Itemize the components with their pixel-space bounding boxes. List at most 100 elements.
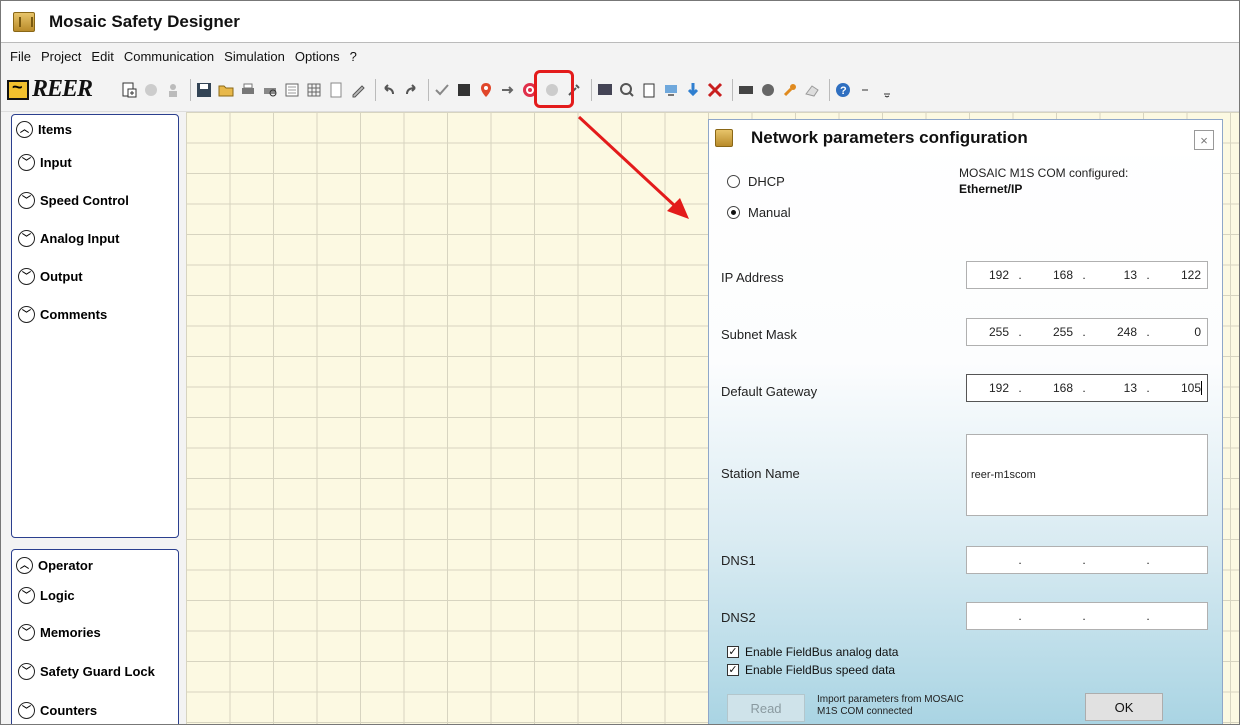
ip-octet-1[interactable]: 192: [967, 268, 1009, 282]
sidebar-item-speed-control[interactable]: ﹀ Speed Control: [12, 181, 178, 219]
gateway-octet-3[interactable]: 13: [1095, 381, 1137, 395]
station-name-value: reer-m1scom: [971, 469, 1036, 481]
subnet-octet-1[interactable]: 255: [967, 325, 1009, 339]
zoom-icon[interactable]: [618, 81, 636, 99]
subnet-octet-4[interactable]: 0: [1159, 325, 1201, 339]
subnet-octet-2[interactable]: 255: [1031, 325, 1073, 339]
monitor-icon[interactable]: [596, 81, 614, 99]
chevron-down-icon: ﹀: [18, 153, 35, 171]
chevron-down-icon: ﹀: [18, 587, 35, 604]
dns1-field[interactable]: . . .: [966, 546, 1208, 574]
ip-separator: .: [1018, 325, 1022, 339]
chevron-down-icon: ﹀: [18, 191, 35, 209]
report-icon[interactable]: [283, 81, 301, 99]
toolbar-separator: [591, 78, 593, 101]
ip-octet-4[interactable]: 122: [1159, 268, 1201, 282]
close-button[interactable]: ×: [1194, 130, 1214, 150]
dhcp-radio[interactable]: DHCP: [727, 174, 785, 189]
station-name-label: Station Name: [721, 466, 800, 481]
menu-edit[interactable]: Edit: [86, 49, 118, 64]
sidebar-item-memories[interactable]: ﹀ Memories: [12, 613, 178, 651]
logo-text: REER: [32, 76, 93, 102]
enable-speed-checkbox[interactable]: ✓ Enable FieldBus speed data: [727, 663, 895, 677]
sidebar-item-label: Safety Guard Lock: [40, 663, 155, 679]
station-name-field[interactable]: reer-m1scom: [966, 434, 1208, 516]
print-preview-icon[interactable]: [261, 81, 279, 99]
dns1-label: DNS1: [721, 553, 756, 568]
redo-icon[interactable]: [402, 81, 420, 99]
sidebar-item-safety-guard-lock[interactable]: ﹀ Safety Guard Lock: [12, 651, 178, 691]
menu-help[interactable]: ?: [345, 49, 362, 64]
read-button[interactable]: Read: [727, 694, 805, 722]
sidebar-item-counters[interactable]: ﹀ Counters: [12, 691, 178, 724]
title-bar: Mosaic Safety Designer: [1, 1, 1239, 43]
logo-mark-icon: [7, 77, 29, 100]
gateway-octet-1[interactable]: 192: [967, 381, 1009, 395]
ok-button[interactable]: OK: [1085, 693, 1163, 721]
toolbar: REER ?: [1, 68, 1239, 112]
save-icon[interactable]: [195, 81, 213, 99]
network-config-icon[interactable]: [477, 81, 495, 99]
subnet-octet-3[interactable]: 248: [1095, 325, 1137, 339]
ip-separator: .: [1146, 553, 1150, 567]
user-icon[interactable]: [142, 81, 160, 99]
checkmark-icon: ✓: [727, 664, 739, 676]
menu-communication[interactable]: Communication: [119, 49, 219, 64]
sidebar-item-label: Speed Control: [40, 192, 129, 208]
toolbar-overflow-icon[interactable]: [878, 81, 896, 99]
sidebar-item-label: Analog Input: [40, 230, 120, 246]
configured-value: Ethernet/IP: [959, 182, 1023, 196]
dns2-field[interactable]: . . .: [966, 602, 1208, 630]
gateway-octet-2[interactable]: 168: [1031, 381, 1073, 395]
clipboard-icon[interactable]: [640, 81, 658, 99]
io-icon[interactable]: [737, 81, 755, 99]
sidebar-item-input[interactable]: ﹀ Input: [12, 143, 178, 181]
default-gateway-field[interactable]: 192. 168. 13. 105: [966, 374, 1208, 402]
grid-icon[interactable]: [305, 81, 323, 99]
sidebar-item-analog-input[interactable]: ﹀ Analog Input: [12, 219, 178, 257]
erase-icon[interactable]: [803, 81, 821, 99]
new-project-icon[interactable]: [120, 81, 138, 99]
toolbar-separator: [829, 78, 831, 101]
sidebar-item-comments[interactable]: ﹀ Comments: [12, 295, 178, 333]
transfer-icon[interactable]: [499, 81, 517, 99]
download-icon[interactable]: [684, 81, 702, 99]
subnet-mask-label: Subnet Mask: [721, 327, 797, 342]
radio-unchecked-icon: [727, 175, 740, 188]
help-icon[interactable]: ?: [834, 81, 852, 99]
password-icon[interactable]: [781, 81, 799, 99]
enable-analog-checkbox[interactable]: ✓ Enable FieldBus analog data: [727, 645, 898, 659]
ip-separator: .: [1146, 609, 1150, 623]
checkmark-icon: ✓: [727, 646, 739, 658]
items-panel-header[interactable]: ︿ Items: [12, 115, 178, 143]
sidebar-item-output[interactable]: ﹀ Output: [12, 257, 178, 295]
ip-address-field[interactable]: 192. 168. 13. 122: [966, 261, 1208, 289]
sidebar-item-logic[interactable]: ﹀ Logic: [12, 578, 178, 613]
subnet-mask-field[interactable]: 255. 255. 248. 0: [966, 318, 1208, 346]
manual-radio[interactable]: Manual: [727, 205, 791, 220]
ip-octet-3[interactable]: 13: [1095, 268, 1137, 282]
sidebar-item-label: Memories: [40, 624, 101, 640]
edit-icon[interactable]: [349, 81, 367, 99]
delete-icon[interactable]: [706, 81, 724, 99]
ip-octet-2[interactable]: 168: [1031, 268, 1073, 282]
menu-project[interactable]: Project: [36, 49, 86, 64]
operator-panel-header[interactable]: ︿ Operator: [12, 552, 178, 578]
gateway-octet-4[interactable]: 105: [1159, 381, 1201, 395]
menu-file[interactable]: File: [5, 49, 36, 64]
app-window: Mosaic Safety Designer File Project Edit…: [0, 0, 1240, 725]
sidebar-item-label: Comments: [40, 306, 108, 322]
ip-address-label: IP Address: [721, 270, 784, 285]
validate-icon[interactable]: [433, 81, 451, 99]
print-icon[interactable]: [239, 81, 257, 99]
users-icon[interactable]: [164, 81, 182, 99]
stop-icon[interactable]: [759, 81, 777, 99]
undo-icon[interactable]: [380, 81, 398, 99]
module-icon[interactable]: [455, 81, 473, 99]
menu-simulation[interactable]: Simulation: [219, 49, 290, 64]
open-folder-icon[interactable]: [217, 81, 235, 99]
computer-icon[interactable]: [662, 81, 680, 99]
menu-options[interactable]: Options: [290, 49, 345, 64]
page-icon[interactable]: [327, 81, 345, 99]
minus-icon[interactable]: [856, 81, 874, 99]
